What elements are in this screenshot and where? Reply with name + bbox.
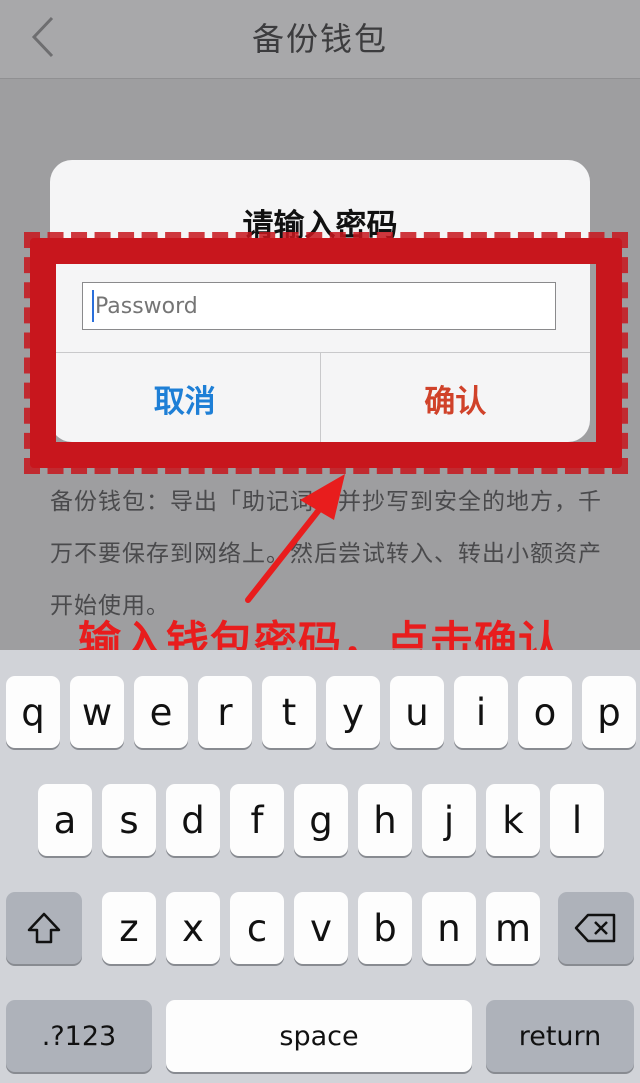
key-z[interactable]: z xyxy=(102,892,156,964)
key-q[interactable]: q xyxy=(6,676,60,748)
key-h[interactable]: h xyxy=(358,784,412,856)
key-d[interactable]: d xyxy=(166,784,220,856)
space-key[interactable]: space xyxy=(166,1000,472,1072)
key-i[interactable]: i xyxy=(454,676,508,748)
keyboard-row-2: asdfghjkl xyxy=(0,784,640,856)
key-p[interactable]: p xyxy=(582,676,636,748)
key-s[interactable]: s xyxy=(102,784,156,856)
key-o[interactable]: o xyxy=(518,676,572,748)
shift-arrow-icon xyxy=(26,911,62,945)
key-r[interactable]: r xyxy=(198,676,252,748)
key-f[interactable]: f xyxy=(230,784,284,856)
shift-key[interactable] xyxy=(6,892,82,964)
annotation-arrow xyxy=(245,474,345,603)
key-g[interactable]: g xyxy=(294,784,348,856)
keyboard: qwertyuiop asdfghjkl zxcvbnm .?123 space… xyxy=(0,650,640,1083)
backspace-icon xyxy=(574,912,618,944)
key-v[interactable]: v xyxy=(294,892,348,964)
key-e[interactable]: e xyxy=(134,676,188,748)
keyboard-row-4: .?123 space return xyxy=(0,1000,640,1072)
key-y[interactable]: y xyxy=(326,676,380,748)
keyboard-row-1: qwertyuiop xyxy=(0,676,640,748)
key-c[interactable]: c xyxy=(230,892,284,964)
key-t[interactable]: t xyxy=(262,676,316,748)
key-w[interactable]: w xyxy=(70,676,124,748)
return-key[interactable]: return xyxy=(486,1000,634,1072)
key-u[interactable]: u xyxy=(390,676,444,748)
key-j[interactable]: j xyxy=(422,784,476,856)
key-k[interactable]: k xyxy=(486,784,540,856)
keyboard-row-3: zxcvbnm xyxy=(0,892,640,964)
numbers-key[interactable]: .?123 xyxy=(6,1000,152,1072)
key-b[interactable]: b xyxy=(358,892,412,964)
key-n[interactable]: n xyxy=(422,892,476,964)
key-a[interactable]: a xyxy=(38,784,92,856)
key-x[interactable]: x xyxy=(166,892,220,964)
key-l[interactable]: l xyxy=(550,784,604,856)
delete-key[interactable] xyxy=(558,892,634,964)
key-m[interactable]: m xyxy=(486,892,540,964)
